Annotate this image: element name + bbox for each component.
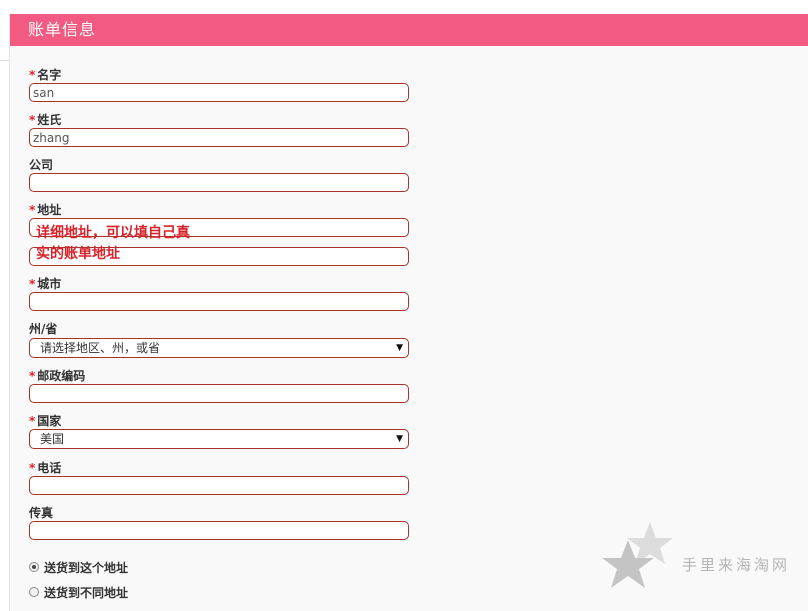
ship-same-radio[interactable] bbox=[29, 562, 39, 572]
first-name-input[interactable] bbox=[29, 83, 409, 102]
address-label: * 地址 bbox=[29, 203, 62, 217]
country-select[interactable]: 美国 ▼ bbox=[29, 429, 409, 449]
city-input[interactable] bbox=[29, 292, 409, 311]
dropdown-arrow-icon: ▼ bbox=[396, 434, 403, 444]
ship-to-different-address-option[interactable]: 送货到不同地址 bbox=[29, 584, 128, 600]
country-selected-value: 美国 bbox=[40, 432, 65, 446]
required-marker: * bbox=[29, 461, 36, 475]
required-marker: * bbox=[29, 369, 36, 383]
required-marker: * bbox=[29, 113, 36, 127]
section-header: 账单信息 bbox=[10, 14, 808, 46]
state-selected-value: 请选择地区、州，或省 bbox=[40, 341, 161, 355]
country-label: * 国家 bbox=[29, 414, 62, 428]
first-name-label: * 名字 bbox=[29, 68, 62, 82]
ship-different-label: 送货到不同地址 bbox=[44, 585, 129, 600]
last-name-input[interactable] bbox=[29, 128, 409, 147]
phone-label: * 电话 bbox=[29, 461, 62, 475]
ship-different-radio[interactable] bbox=[29, 587, 39, 597]
city-label: * 城市 bbox=[29, 277, 62, 291]
required-marker: * bbox=[29, 414, 36, 428]
dropdown-arrow-icon: ▼ bbox=[396, 343, 403, 353]
company-input[interactable] bbox=[29, 173, 409, 192]
left-page-edge bbox=[0, 14, 10, 611]
required-marker: * bbox=[29, 68, 36, 82]
state-label: 州/省 bbox=[29, 322, 58, 336]
ship-to-same-address-option[interactable]: 送货到这个地址 bbox=[29, 559, 128, 575]
state-select[interactable]: 请选择地区、州，或省 ▼ bbox=[29, 338, 409, 358]
address-annotation: 详细地址，可以填自己真实的账单地址 bbox=[36, 225, 190, 262]
section-title: 账单信息 bbox=[28, 20, 97, 39]
fax-label: 传真 bbox=[29, 506, 54, 520]
top-strip bbox=[0, 0, 808, 14]
watermark: 手里来海淘网 bbox=[598, 518, 798, 598]
left-edge-divider bbox=[0, 60, 9, 61]
star-logo-icon bbox=[602, 522, 673, 588]
last-name-label: * 姓氏 bbox=[29, 113, 62, 127]
postcode-label: * 邮政编码 bbox=[29, 369, 86, 383]
company-label: 公司 bbox=[29, 158, 54, 172]
phone-input[interactable] bbox=[29, 476, 409, 495]
ship-same-label: 送货到这个地址 bbox=[44, 560, 129, 575]
watermark-text: 手里来海淘网 bbox=[682, 556, 791, 574]
required-marker: * bbox=[29, 203, 36, 217]
postcode-input[interactable] bbox=[29, 384, 409, 403]
fax-input[interactable] bbox=[29, 521, 409, 540]
required-marker: * bbox=[29, 277, 36, 291]
